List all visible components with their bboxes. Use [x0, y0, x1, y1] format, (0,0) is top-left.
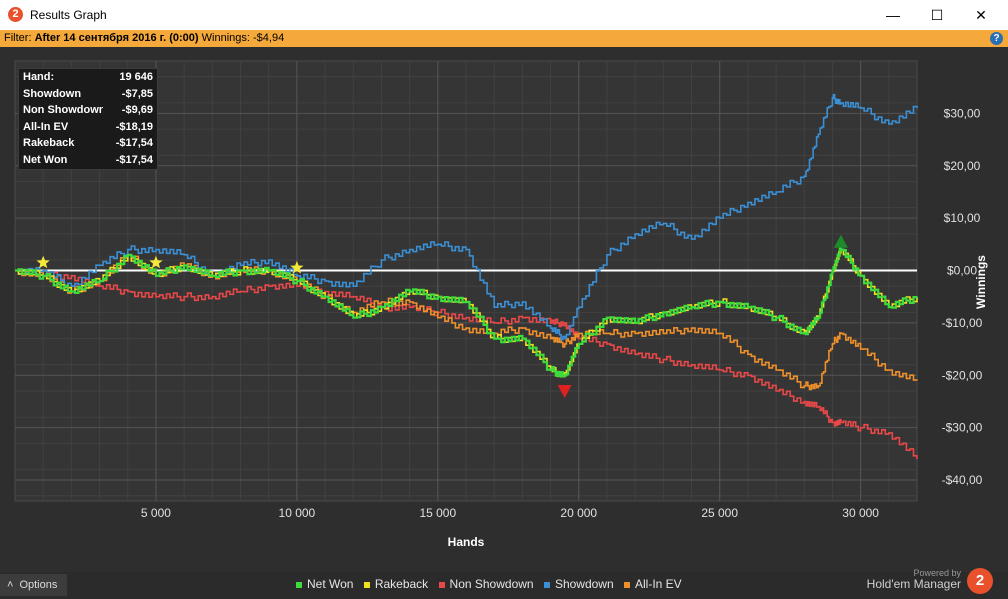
y-tick-label: -$30,00	[942, 421, 983, 435]
filter-label: Filter:	[4, 32, 32, 44]
window-title: Results Graph	[30, 8, 107, 22]
x-tick-label: 15 000	[419, 506, 456, 520]
stat-row-hand: Hand: 19 646	[19, 69, 157, 86]
winnings-value: -$4,94	[253, 32, 285, 44]
y-tick-label: $10,00	[944, 211, 981, 225]
x-axis-label: Hands	[448, 535, 485, 549]
legend-item-non-showdown[interactable]: Non Showdown	[438, 577, 534, 591]
x-tick-label: 10 000	[279, 506, 316, 520]
legend-swatch	[624, 581, 630, 588]
minimize-button[interactable]: —	[870, 0, 916, 30]
legend-swatch	[296, 581, 302, 588]
close-button[interactable]: ✕	[958, 0, 1004, 30]
y-axis-label: Winnings	[974, 255, 988, 309]
y-tick-label: $30,00	[944, 106, 981, 120]
brand: Powered by Hold'em Manager 2	[833, 566, 993, 596]
stat-row-showdown: Showdown -$7,85	[19, 85, 157, 103]
maximize-button[interactable]: ☐	[914, 0, 960, 30]
chevron-up-icon: ˄	[7, 579, 14, 591]
legend-item-showdown[interactable]: Showdown	[543, 577, 614, 591]
stat-row-non-showdown: Non Showdown -$9,69	[19, 102, 157, 119]
options-label: Options	[19, 579, 58, 591]
options-button[interactable]: ˄ Options	[0, 574, 67, 596]
filter-value: After 14 сентября 2016 г. (0:00)	[34, 32, 199, 44]
winnings-label: Winnings:	[201, 32, 250, 44]
y-tick-label: $20,00	[944, 159, 981, 173]
legend-item-net-won[interactable]: Net Won	[296, 577, 353, 591]
x-tick-label: 25 000	[701, 506, 738, 520]
stats-panel: Hand: 19 646 Showdown -$7,85 Non Showdown -…	[18, 68, 158, 170]
y-tick-label: -$40,00	[942, 473, 983, 487]
x-tick-label: 5 000	[141, 506, 171, 520]
y-tick-label: $0,00	[947, 264, 977, 278]
chart-legend: Net Won Rakeback Non Showdown Showdown A…	[296, 577, 689, 591]
legend-swatch	[363, 581, 370, 588]
hm-logo-icon: 2	[967, 568, 993, 594]
title-bar: 2 Results Graph — ☐ ✕	[0, 0, 1008, 30]
legend-swatch	[438, 581, 445, 588]
stat-row-net-won: Net Won -$17,54	[19, 151, 157, 169]
brand-name: Hold'em Manager	[866, 577, 961, 591]
app-logo-icon: 2	[8, 7, 23, 22]
filter-bar: Filter: After 14 сентября 2016 г. (0:00)…	[0, 30, 1008, 47]
x-tick-label: 30 000	[842, 506, 879, 520]
stat-row-allin-ev: All-In EV -$18,19	[19, 118, 157, 136]
y-tick-label: -$10,00	[942, 316, 983, 330]
legend-item-rakeback[interactable]: Rakeback	[363, 577, 428, 591]
help-icon[interactable]: ?	[990, 32, 1003, 45]
legend-item-allin-ev[interactable]: All-In EV	[624, 577, 682, 591]
stat-row-rakeback: Rakeback -$17,54	[19, 135, 157, 152]
y-tick-label: -$20,00	[942, 368, 983, 382]
legend-swatch	[543, 581, 550, 588]
x-tick-label: 20 000	[560, 506, 597, 520]
